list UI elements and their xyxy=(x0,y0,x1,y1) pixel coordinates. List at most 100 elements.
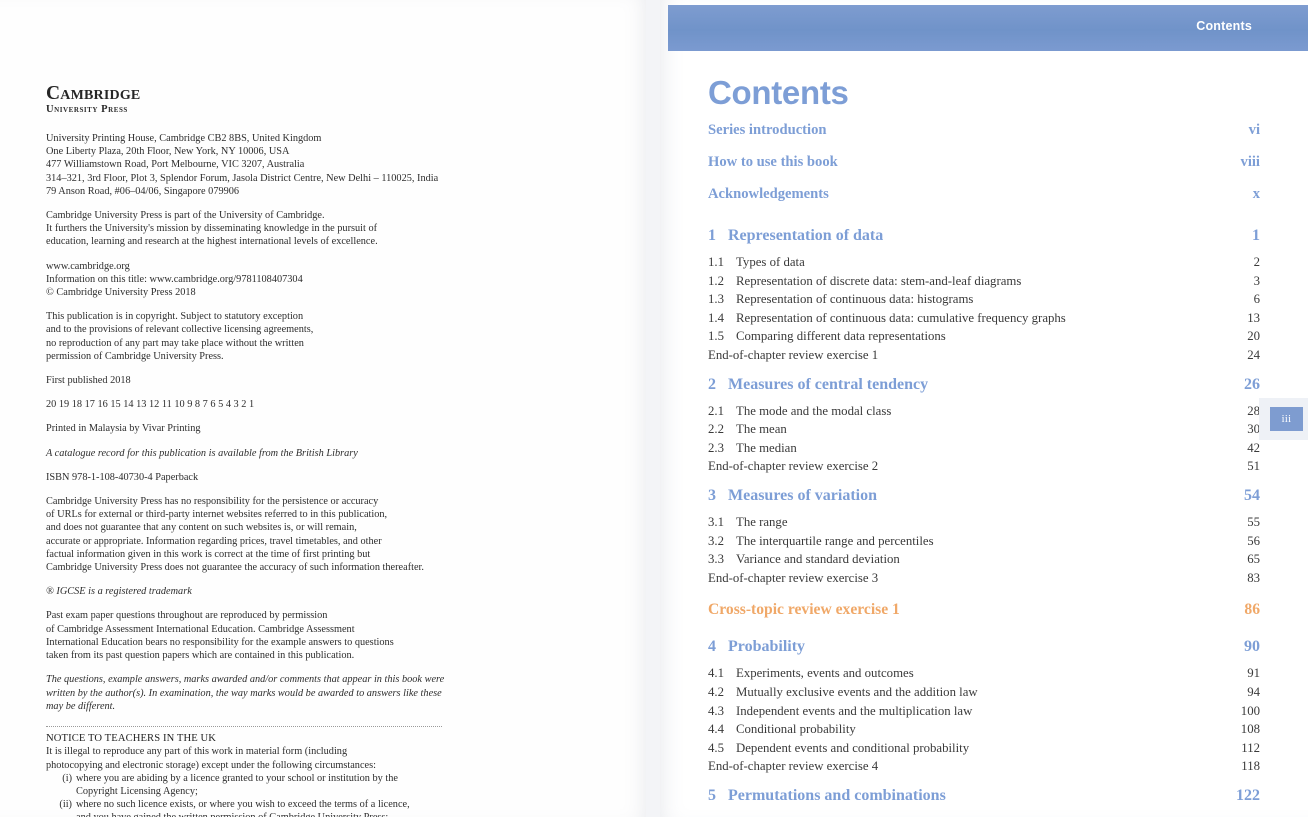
toc-chapter-row[interactable]: 3 Measures of variation 54 xyxy=(708,487,1260,515)
toc-section-row[interactable]: 3.1 The range 55 xyxy=(708,515,1260,534)
toc-section-row[interactable]: 1.2 Representation of discrete data: ste… xyxy=(708,274,1260,293)
toc-review-exercise-row[interactable]: End-of-chapter review exercise 2 51 xyxy=(708,459,1260,478)
disclaimer-line: of URLs for external or third-party inte… xyxy=(46,509,388,521)
address-line: 79 Anson Road, #06–04/06, Singapore 0799… xyxy=(46,185,240,197)
toc-section-row[interactable]: 1.4 Representation of continuous data: c… xyxy=(708,311,1260,330)
copyright-notice-line: no reproduction of any part may take pla… xyxy=(46,337,304,349)
toc-section-label: 3.2 The interquartile range and percenti… xyxy=(708,534,934,549)
toc-chapter-page: 1 xyxy=(1252,227,1260,244)
toc-section-row[interactable]: 3.2 The interquartile range and percenti… xyxy=(708,534,1260,553)
toc-section-label: 1.1 Types of data xyxy=(708,255,805,270)
toc-section-title: The range xyxy=(736,514,788,529)
toc-section-number: 2.2 xyxy=(708,422,724,437)
toc-section-page: 100 xyxy=(1240,703,1260,718)
notice-item-line: Copyright Licensing Agency; xyxy=(76,785,198,797)
author-note-line: may be different. xyxy=(46,700,116,712)
toc-chapter-row[interactable]: 2 Measures of central tendency 26 xyxy=(708,376,1260,404)
toc-section-row[interactable]: 2.2 The mean 30 xyxy=(708,422,1260,441)
toc-chapter-page: 54 xyxy=(1244,486,1260,504)
toc-review-exercise-row[interactable]: End-of-chapter review exercise 4 118 xyxy=(708,759,1260,778)
toc-section-label: 4.5 Dependent events and conditional pro… xyxy=(708,741,969,756)
disclaimer-block: Cambridge University Press has no respon… xyxy=(46,495,466,574)
toc-section-title: The median xyxy=(736,440,797,455)
toc-section-number: 4.2 xyxy=(708,684,724,699)
disclaimer-line: and does not guarantee that any content … xyxy=(46,522,357,534)
address-line: 314–321, 3rd Floor, Plot 3, Splendor For… xyxy=(46,172,439,184)
logo-line-university-press: University Press xyxy=(46,103,128,115)
toc-chapter-title: Permutations and combinations xyxy=(728,786,946,804)
toc-chapter-row[interactable]: 5 Permutations and combinations 122 xyxy=(708,787,1260,815)
toc-section-label: 1.4 Representation of continuous data: c… xyxy=(708,311,1066,326)
toc-section-number: 4.4 xyxy=(708,722,724,737)
notice-item-marker: (i) xyxy=(62,772,72,784)
toc-review-page: 24 xyxy=(1247,347,1260,362)
toc-chapter-page: 90 xyxy=(1244,638,1260,656)
toc-chapter-title: Representation of data xyxy=(728,227,884,244)
toc-section-row[interactable]: 1.1 Types of data 2 xyxy=(708,255,1260,274)
toc-section-number: 1.4 xyxy=(708,310,724,325)
toc-section-page: 13 xyxy=(1247,310,1260,325)
mission-block: Cambridge University Press is part of th… xyxy=(46,209,466,249)
toc-section-number: 3.1 xyxy=(708,514,724,529)
toc-section-row[interactable]: 4.1 Experiments, events and outcomes 91 xyxy=(708,666,1260,685)
toc-review-exercise-row[interactable]: End-of-chapter review exercise 1 24 xyxy=(708,348,1260,367)
toc-cross-topic-label: Cross-topic review exercise 1 xyxy=(708,601,900,619)
print-run-block: 20 19 18 17 16 15 14 13 12 11 10 9 8 7 6… xyxy=(46,398,466,411)
website-line: www.cambridge.org xyxy=(46,260,130,272)
address-line: One Liberty Plaza, 20th Floor, New York,… xyxy=(46,146,290,158)
address-block: University Printing House, Cambridge CB2… xyxy=(46,132,466,198)
toc-section-label: 1.2 Representation of discrete data: ste… xyxy=(708,274,1021,289)
toc-review-page: 83 xyxy=(1247,570,1260,585)
toc-section-number: 1.2 xyxy=(708,273,724,288)
toc-section-page: 3 xyxy=(1253,273,1260,288)
toc-section-title: Independent events and the multiplicatio… xyxy=(736,703,973,718)
toc-section-row[interactable]: 1.3 Representation of continuous data: h… xyxy=(708,292,1260,311)
first-published-block: First published 2018 xyxy=(46,374,466,387)
toc-section-row[interactable]: 4.2 Mutually exclusive events and the ad… xyxy=(708,685,1260,704)
toc-review-label: End-of-chapter review exercise 4 xyxy=(708,759,878,774)
trademark-line: ® IGCSE is a registered trademark xyxy=(46,586,192,598)
toc-section-row[interactable]: 1.5 Comparing different data representat… xyxy=(708,329,1260,348)
toc-chapter-row[interactable]: 4 Probability 90 xyxy=(708,638,1260,666)
toc-section-row[interactable]: 3.3 Variance and standard deviation 65 xyxy=(708,552,1260,571)
toc-section-row[interactable]: 4.4 Conditional probability 108 xyxy=(708,722,1260,741)
logo-line-cambridge: Cambridge xyxy=(46,83,141,104)
toc-chapter-number: 1 xyxy=(708,227,716,244)
toc-section-label: 4.4 Conditional probability xyxy=(708,722,856,737)
toc-front-matter-row[interactable]: Acknowledgements x xyxy=(708,186,1260,218)
toc-front-matter-row[interactable]: How to use this book viii xyxy=(708,154,1260,186)
print-run-numbers: 20 19 18 17 16 15 14 13 12 11 10 9 8 7 6… xyxy=(46,399,255,411)
toc-section-page: 108 xyxy=(1240,722,1260,737)
address-line: 477 Williamstown Road, Port Melbourne, V… xyxy=(46,159,305,171)
toc-section-row[interactable]: 2.1 The mode and the modal class 28 xyxy=(708,404,1260,423)
toc-cross-topic-row[interactable]: Cross-topic review exercise 1 86 xyxy=(708,601,1260,629)
copyright-notice-line: permission of Cambridge University Press… xyxy=(46,350,224,362)
toc-section-label: 2.2 The mean xyxy=(708,422,787,437)
toc-entry-label: How to use this book xyxy=(708,154,838,170)
toc-section-page: 91 xyxy=(1247,666,1260,681)
toc-review-page: 118 xyxy=(1241,759,1260,774)
toc-section-row[interactable]: 4.3 Independent events and the multiplic… xyxy=(708,704,1260,723)
mission-line: education, learning and research at the … xyxy=(46,236,378,248)
toc-chapter-label: 5 Permutations and combinations xyxy=(708,787,946,805)
disclaimer-line: accurate or appropriate. Information reg… xyxy=(46,535,382,547)
printed-in-block: Printed in Malaysia by Vivar Printing xyxy=(46,422,466,435)
toc-review-exercise-row[interactable]: End-of-chapter review exercise 3 83 xyxy=(708,571,1260,590)
dotted-divider xyxy=(46,725,442,727)
notice-to-teachers-block: NOTICE TO TEACHERS IN THE UK It is illeg… xyxy=(46,732,466,817)
toc-section-row[interactable]: 4.5 Dependent events and conditional pro… xyxy=(708,741,1260,760)
toc-chapter-number: 5 xyxy=(708,786,716,804)
page-title: Contents xyxy=(708,74,849,111)
toc-review-title: End-of-chapter review exercise 2 xyxy=(708,459,879,474)
disclaimer-line: Cambridge University Press does not guar… xyxy=(46,562,424,574)
toc-section-row[interactable]: 2.3 The median 42 xyxy=(708,441,1260,460)
toc-section-title: Mutually exclusive events and the additi… xyxy=(736,684,978,699)
trademark-block: ® IGCSE is a registered trademark xyxy=(46,585,466,598)
toc-front-matter-row[interactable]: Series introduction vi xyxy=(708,122,1260,154)
toc-entry-label: Series introduction xyxy=(708,122,827,138)
toc-section-number: 1.1 xyxy=(708,255,724,269)
toc-chapter-label: 2 Measures of central tendency xyxy=(708,376,928,394)
toc-chapter-row[interactable]: 1 Representation of data 1 xyxy=(708,227,1260,255)
notice-item: (ii) where no such licence exists, or wh… xyxy=(46,798,466,817)
toc-review-title: End-of-chapter review exercise 3 xyxy=(708,570,879,585)
